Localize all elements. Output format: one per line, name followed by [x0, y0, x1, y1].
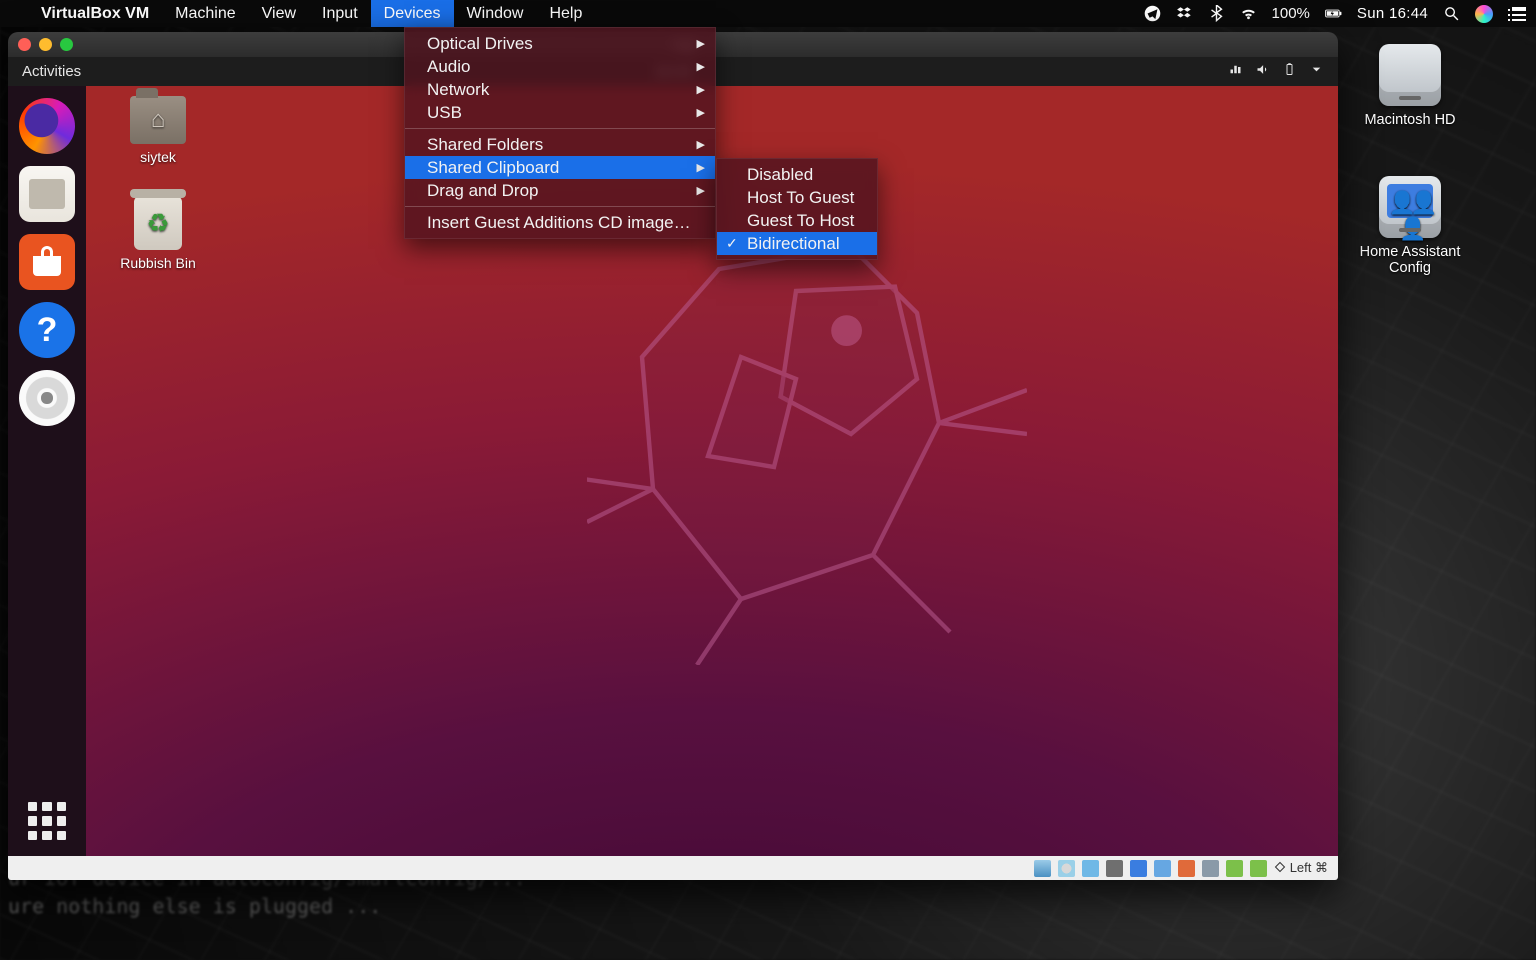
devices-menu-drag-and-drop[interactable]: Drag and Drop	[405, 179, 715, 202]
vbox-status-optical-icon[interactable]	[1058, 860, 1075, 877]
dock-show-apps-icon[interactable]	[28, 802, 66, 840]
siri-icon[interactable]	[1475, 5, 1493, 23]
window-traffic-lights	[8, 38, 83, 51]
vbox-status-usb-icon[interactable]	[1106, 860, 1123, 877]
menubar-input[interactable]: Input	[309, 0, 371, 27]
menubar-clock[interactable]: Sun 16:44	[1357, 5, 1428, 22]
devices-menu-insert-ga[interactable]: Insert Guest Additions CD image…	[405, 211, 715, 234]
ubuntu-volume-icon[interactable]	[1255, 62, 1270, 81]
window-zoom-button[interactable]	[60, 38, 73, 51]
devices-menu-audio[interactable]: Audio	[405, 55, 715, 78]
clipboard-option-host-to-guest[interactable]: Host To Guest	[717, 186, 877, 209]
menubar-devices[interactable]: Devices	[371, 0, 454, 27]
mac-menubar: VirtualBox VM Machine View Input Devices…	[0, 0, 1536, 27]
menubar-app-name[interactable]: VirtualBox VM	[28, 5, 162, 23]
devices-menu-shared-folders[interactable]: Shared Folders	[405, 133, 715, 156]
desktop-icon-label: Macintosh HD	[1350, 112, 1470, 128]
dock-files-icon[interactable]	[19, 166, 75, 222]
clipboard-option-disabled[interactable]: Disabled	[717, 163, 877, 186]
desktop-icon-macintosh-hd[interactable]: Macintosh HD	[1350, 44, 1470, 128]
battery-percent: 100%	[1272, 5, 1310, 22]
devices-menu-optical-drives[interactable]: Optical Drives	[405, 32, 715, 55]
desktop-icon-label: Home Assistant Config	[1350, 244, 1470, 276]
ubuntu-system-menu-chevron-icon[interactable]	[1309, 62, 1324, 81]
clipboard-option-bidirectional[interactable]: ✓ Bidirectional	[717, 232, 877, 255]
vbox-status-cpu-icon[interactable]	[1202, 860, 1219, 877]
ubuntu-desktop-home-folder[interactable]: siytek	[108, 96, 208, 165]
desktop-icon-ha-config[interactable]: 👤👤👤 Home Assistant Config	[1350, 176, 1470, 276]
notification-center-icon[interactable]	[1508, 7, 1526, 21]
ubuntu-desktop-icon-label: Rubbish Bin	[108, 255, 208, 271]
window-close-button[interactable]	[18, 38, 31, 51]
menu-separator	[405, 128, 715, 129]
window-minimize-button[interactable]	[39, 38, 52, 51]
menubar-window[interactable]: Window	[454, 0, 537, 27]
vbox-status-keyboard-icon[interactable]	[1250, 860, 1267, 877]
ubuntu-activities-button[interactable]: Activities	[8, 63, 95, 80]
devices-menu-shared-clipboard[interactable]: Shared Clipboard	[405, 156, 715, 179]
telegram-icon[interactable]	[1144, 5, 1161, 22]
shared-clipboard-submenu: Disabled Host To Guest Guest To Host ✓ B…	[716, 158, 878, 260]
menubar-view[interactable]: View	[249, 0, 309, 27]
dock-software-icon[interactable]	[19, 234, 75, 290]
devices-menu-usb[interactable]: USB	[405, 101, 715, 124]
devices-menu-network[interactable]: Network	[405, 78, 715, 101]
ubuntu-battery-icon[interactable]	[1282, 62, 1297, 81]
ubuntu-dock: ?	[8, 86, 86, 856]
vbox-status-display-icon[interactable]	[1154, 860, 1171, 877]
spotlight-icon[interactable]	[1443, 5, 1460, 22]
clipboard-option-guest-to-host[interactable]: Guest To Host	[717, 209, 877, 232]
vbox-status-sharedfolders-icon[interactable]	[1130, 860, 1147, 877]
vbox-status-hostkey[interactable]: Left ⌘	[1274, 860, 1328, 876]
vbox-status-harddisk-icon[interactable]	[1034, 860, 1051, 877]
menubar-machine[interactable]: Machine	[162, 0, 248, 27]
vbox-status-network-icon[interactable]	[1082, 860, 1099, 877]
dock-disc-icon[interactable]	[19, 370, 75, 426]
vbox-status-mouse-icon[interactable]	[1226, 860, 1243, 877]
ubuntu-wallpaper-art	[587, 225, 1027, 665]
vbox-status-recording-icon[interactable]	[1178, 860, 1195, 877]
menu-separator	[405, 206, 715, 207]
dock-help-icon[interactable]: ?	[19, 302, 75, 358]
ubuntu-network-icon[interactable]	[1228, 62, 1243, 81]
checkmark-icon: ✓	[726, 235, 738, 252]
devices-menu: Optical Drives Audio Network USB Shared …	[404, 27, 716, 239]
battery-icon[interactable]	[1325, 5, 1342, 22]
dropbox-icon[interactable]	[1176, 5, 1193, 22]
ubuntu-desktop-trash[interactable]: Rubbish Bin	[108, 196, 208, 271]
ubuntu-desktop-icon-label: siytek	[108, 149, 208, 165]
menubar-help[interactable]: Help	[536, 0, 595, 27]
vbox-statusbar: Left ⌘	[8, 856, 1338, 880]
wifi-icon[interactable]	[1240, 5, 1257, 22]
dock-firefox-icon[interactable]	[19, 98, 75, 154]
bluetooth-icon[interactable]	[1208, 5, 1225, 22]
menubar-status-area: 100% Sun 16:44	[1144, 5, 1536, 23]
